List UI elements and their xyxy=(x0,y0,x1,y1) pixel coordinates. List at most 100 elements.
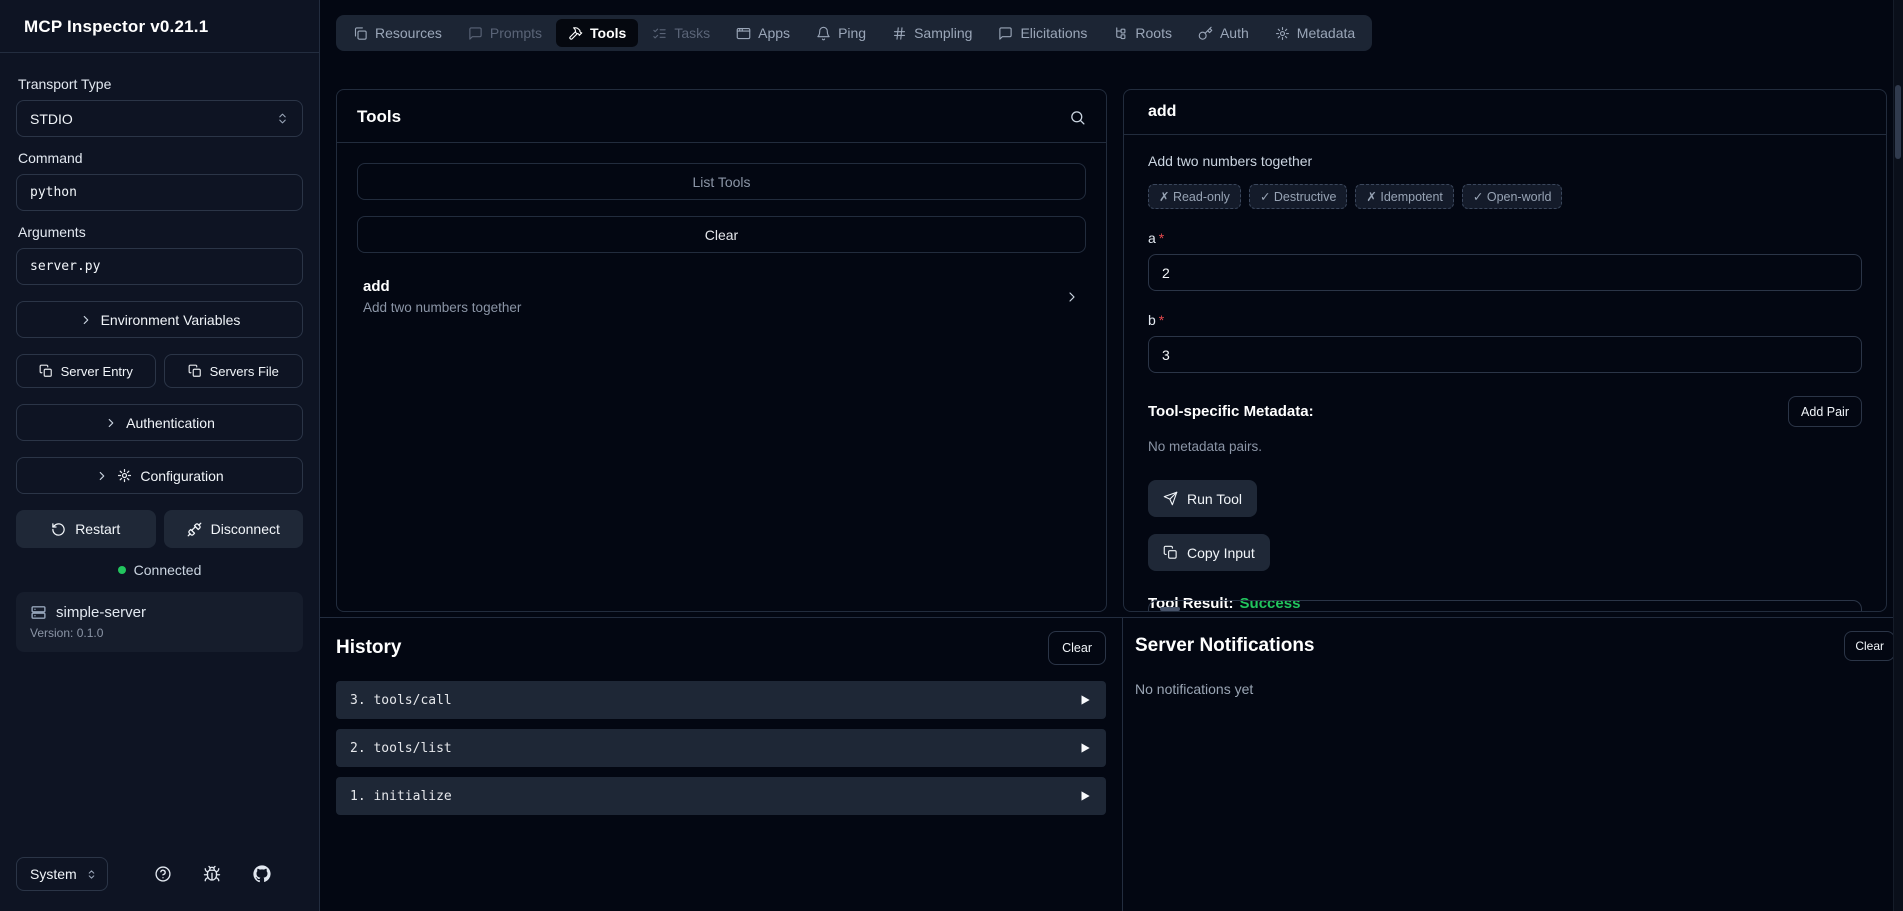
copy-input-label: Copy Input xyxy=(1187,545,1255,561)
theme-select[interactable]: System xyxy=(16,857,108,891)
tab-label: Tools xyxy=(590,25,626,41)
run-tool-button[interactable]: Run Tool xyxy=(1148,480,1257,517)
history-title: History xyxy=(336,637,401,659)
tools-panel-body: List Tools Clear add Add two numbers tog… xyxy=(337,143,1106,611)
transport-type-value: STDIO xyxy=(30,111,73,127)
server-name: simple-server xyxy=(56,604,146,621)
history-item[interactable]: 2. tools/list xyxy=(336,729,1106,767)
notifications-clear-button[interactable]: Clear xyxy=(1844,631,1895,661)
history-item-label: 3. tools/call xyxy=(350,693,452,708)
tools-column: Tools List Tools Clear add Add two numbe… xyxy=(320,52,1123,617)
transport-type-select[interactable]: STDIO xyxy=(16,100,303,137)
copy-icon xyxy=(1163,545,1178,560)
bug-icon[interactable] xyxy=(203,865,221,883)
param-b-label: b* xyxy=(1148,312,1862,328)
param-a-name: a xyxy=(1148,230,1156,246)
play-icon[interactable] xyxy=(1078,741,1092,755)
tab-ping[interactable]: Ping xyxy=(804,19,878,47)
notifications-empty-text: No notifications yet xyxy=(1135,681,1895,697)
history-clear-button[interactable]: Clear xyxy=(1048,631,1106,665)
mcp-inspector-app: MCP Inspector v0.21.1 Transport Type STD… xyxy=(0,0,1903,911)
footer-icons xyxy=(108,865,301,883)
param-a-label: a* xyxy=(1148,230,1862,246)
tool-detail-title: add xyxy=(1148,103,1176,120)
run-tool-label: Run Tool xyxy=(1187,491,1242,507)
theme-select-value: System xyxy=(30,866,77,882)
list-checks-icon xyxy=(652,26,667,41)
play-icon[interactable] xyxy=(1078,789,1092,803)
tool-detail-header: add xyxy=(1124,90,1886,135)
tab-elicitations[interactable]: Elicitations xyxy=(986,19,1099,47)
disconnect-button[interactable]: Disconnect xyxy=(164,510,304,548)
environment-variables-toggle[interactable]: Environment Variables xyxy=(16,301,303,338)
chevron-right-icon xyxy=(1064,289,1080,305)
tool-list-item-add[interactable]: add Add two numbers together xyxy=(357,278,1086,315)
tab-roots[interactable]: Roots xyxy=(1101,19,1184,47)
gear-icon xyxy=(117,468,132,483)
search-icon[interactable] xyxy=(1069,109,1086,126)
server-entry-button[interactable]: Server Entry xyxy=(16,354,156,388)
tab-label: Resources xyxy=(375,25,442,41)
tools-panel-header: Tools xyxy=(337,90,1106,143)
sidebar-footer: System xyxy=(0,857,319,911)
history-item-label: 2. tools/list xyxy=(350,741,452,756)
scrollbar-thumb-horizontal[interactable] xyxy=(1160,607,1180,611)
param-a-input[interactable] xyxy=(1148,254,1862,291)
hash-icon xyxy=(892,26,907,41)
history-list: 3. tools/call 2. tools/list 1. initializ… xyxy=(336,681,1106,815)
servers-file-label: Servers File xyxy=(210,364,279,379)
connection-form: Transport Type STDIO Command Arguments E… xyxy=(0,53,319,652)
tab-label: Elicitations xyxy=(1020,25,1087,41)
scrollbar-thumb-vertical[interactable] xyxy=(1895,85,1901,159)
chevrons-up-down-icon xyxy=(276,112,289,125)
content-row: Tools List Tools Clear add Add two numbe… xyxy=(320,52,1903,617)
restart-button[interactable]: Restart xyxy=(16,510,156,548)
environment-variables-label: Environment Variables xyxy=(101,312,241,328)
files-icon xyxy=(353,26,368,41)
history-item[interactable]: 1. initialize xyxy=(336,777,1106,815)
required-asterisk: * xyxy=(1159,312,1164,328)
tab-sampling[interactable]: Sampling xyxy=(880,19,984,47)
badge-read-only: ✗ Read-only xyxy=(1148,184,1241,209)
servers-file-button[interactable]: Servers File xyxy=(164,354,304,388)
tab-auth[interactable]: Auth xyxy=(1186,19,1261,47)
tab-metadata[interactable]: Metadata xyxy=(1263,19,1367,47)
command-input[interactable] xyxy=(16,174,303,211)
help-icon[interactable] xyxy=(154,865,172,883)
server-version: Version: 0.1.0 xyxy=(30,626,289,640)
github-icon[interactable] xyxy=(253,865,271,883)
bell-icon xyxy=(816,26,831,41)
tool-item-description: Add two numbers together xyxy=(363,300,521,315)
add-pair-button[interactable]: Add Pair xyxy=(1788,396,1862,427)
badge-destructive: ✓ Destructive xyxy=(1249,184,1347,209)
tab-tasks[interactable]: Tasks xyxy=(640,19,722,47)
clear-tools-button[interactable]: Clear xyxy=(357,216,1086,253)
notifications-title: Server Notifications xyxy=(1135,635,1315,657)
connected-label: Connected xyxy=(134,562,202,578)
copy-input-button[interactable]: Copy Input xyxy=(1148,534,1270,571)
chevron-right-icon xyxy=(79,313,93,327)
copy-icon xyxy=(39,364,53,378)
arguments-input[interactable] xyxy=(16,248,303,285)
metadata-label: Tool-specific Metadata: xyxy=(1148,403,1314,420)
list-tools-button[interactable]: List Tools xyxy=(357,163,1086,200)
tab-tools[interactable]: Tools xyxy=(556,19,638,47)
param-b-input[interactable] xyxy=(1148,336,1862,373)
tab-apps[interactable]: Apps xyxy=(724,19,802,47)
tab-resources[interactable]: Resources xyxy=(341,19,454,47)
play-icon[interactable] xyxy=(1078,693,1092,707)
configuration-toggle[interactable]: Configuration xyxy=(16,457,303,494)
tab-label: Tasks xyxy=(674,25,710,41)
metadata-row: Tool-specific Metadata: Add Pair xyxy=(1148,396,1862,427)
command-label: Command xyxy=(18,150,303,166)
connection-status: Connected xyxy=(16,562,303,578)
tab-bar: Resources Prompts Tools Tasks Apps xyxy=(336,15,1372,51)
vertical-scrollbar[interactable] xyxy=(1893,0,1903,911)
history-item[interactable]: 3. tools/call xyxy=(336,681,1106,719)
authentication-toggle[interactable]: Authentication xyxy=(16,404,303,441)
key-icon xyxy=(1198,26,1213,41)
tab-prompts[interactable]: Prompts xyxy=(456,19,554,47)
restart-label: Restart xyxy=(75,521,120,537)
server-notifications-panel: Server Notifications Clear No notificati… xyxy=(1123,618,1903,911)
notifications-header: Server Notifications Clear xyxy=(1135,631,1895,661)
